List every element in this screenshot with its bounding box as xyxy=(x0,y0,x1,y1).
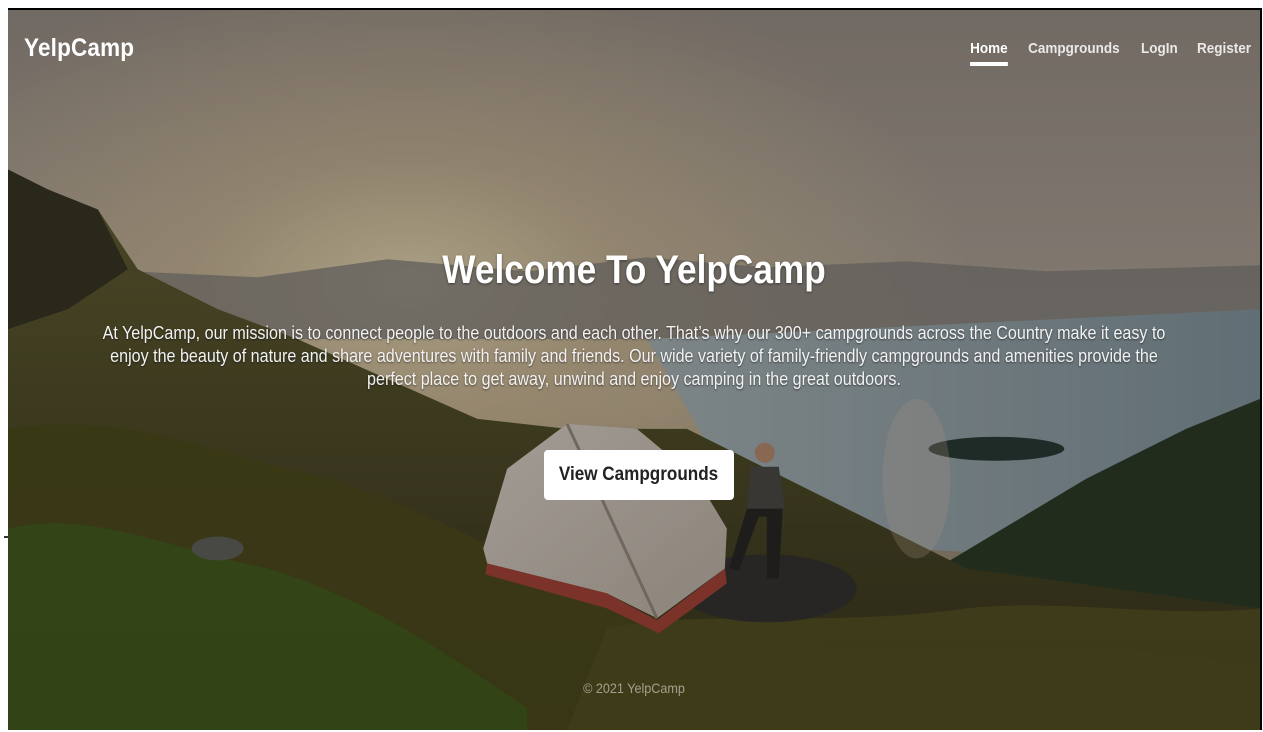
hero-description: At YelpCamp, our mission is to connect p… xyxy=(102,322,1166,389)
nav-link-login[interactable]: LogIn xyxy=(1141,40,1178,57)
hero-title: Welcome To YelpCamp xyxy=(442,248,826,292)
nav-links: Home Campgrounds LogIn Register xyxy=(968,40,1254,66)
nav-link-home[interactable]: Home xyxy=(969,40,1007,66)
view-campgrounds-button[interactable]: View Campgrounds xyxy=(544,450,734,500)
nav-link-register[interactable]: Register xyxy=(1197,40,1251,57)
hero-section: Welcome To YelpCamp At YelpCamp, our mis… xyxy=(8,248,1260,390)
view-campgrounds-label: View Campgrounds xyxy=(559,464,719,485)
navbar: YelpCamp Home Campgrounds LogIn Register xyxy=(8,10,1260,80)
page-frame: YelpCamp Home Campgrounds LogIn Register… xyxy=(8,8,1262,730)
brand-logo[interactable]: YelpCamp xyxy=(24,34,134,63)
nav-link-campgrounds[interactable]: Campgrounds xyxy=(1029,40,1121,57)
footer-copyright: © 2021 YelpCamp xyxy=(583,680,685,696)
